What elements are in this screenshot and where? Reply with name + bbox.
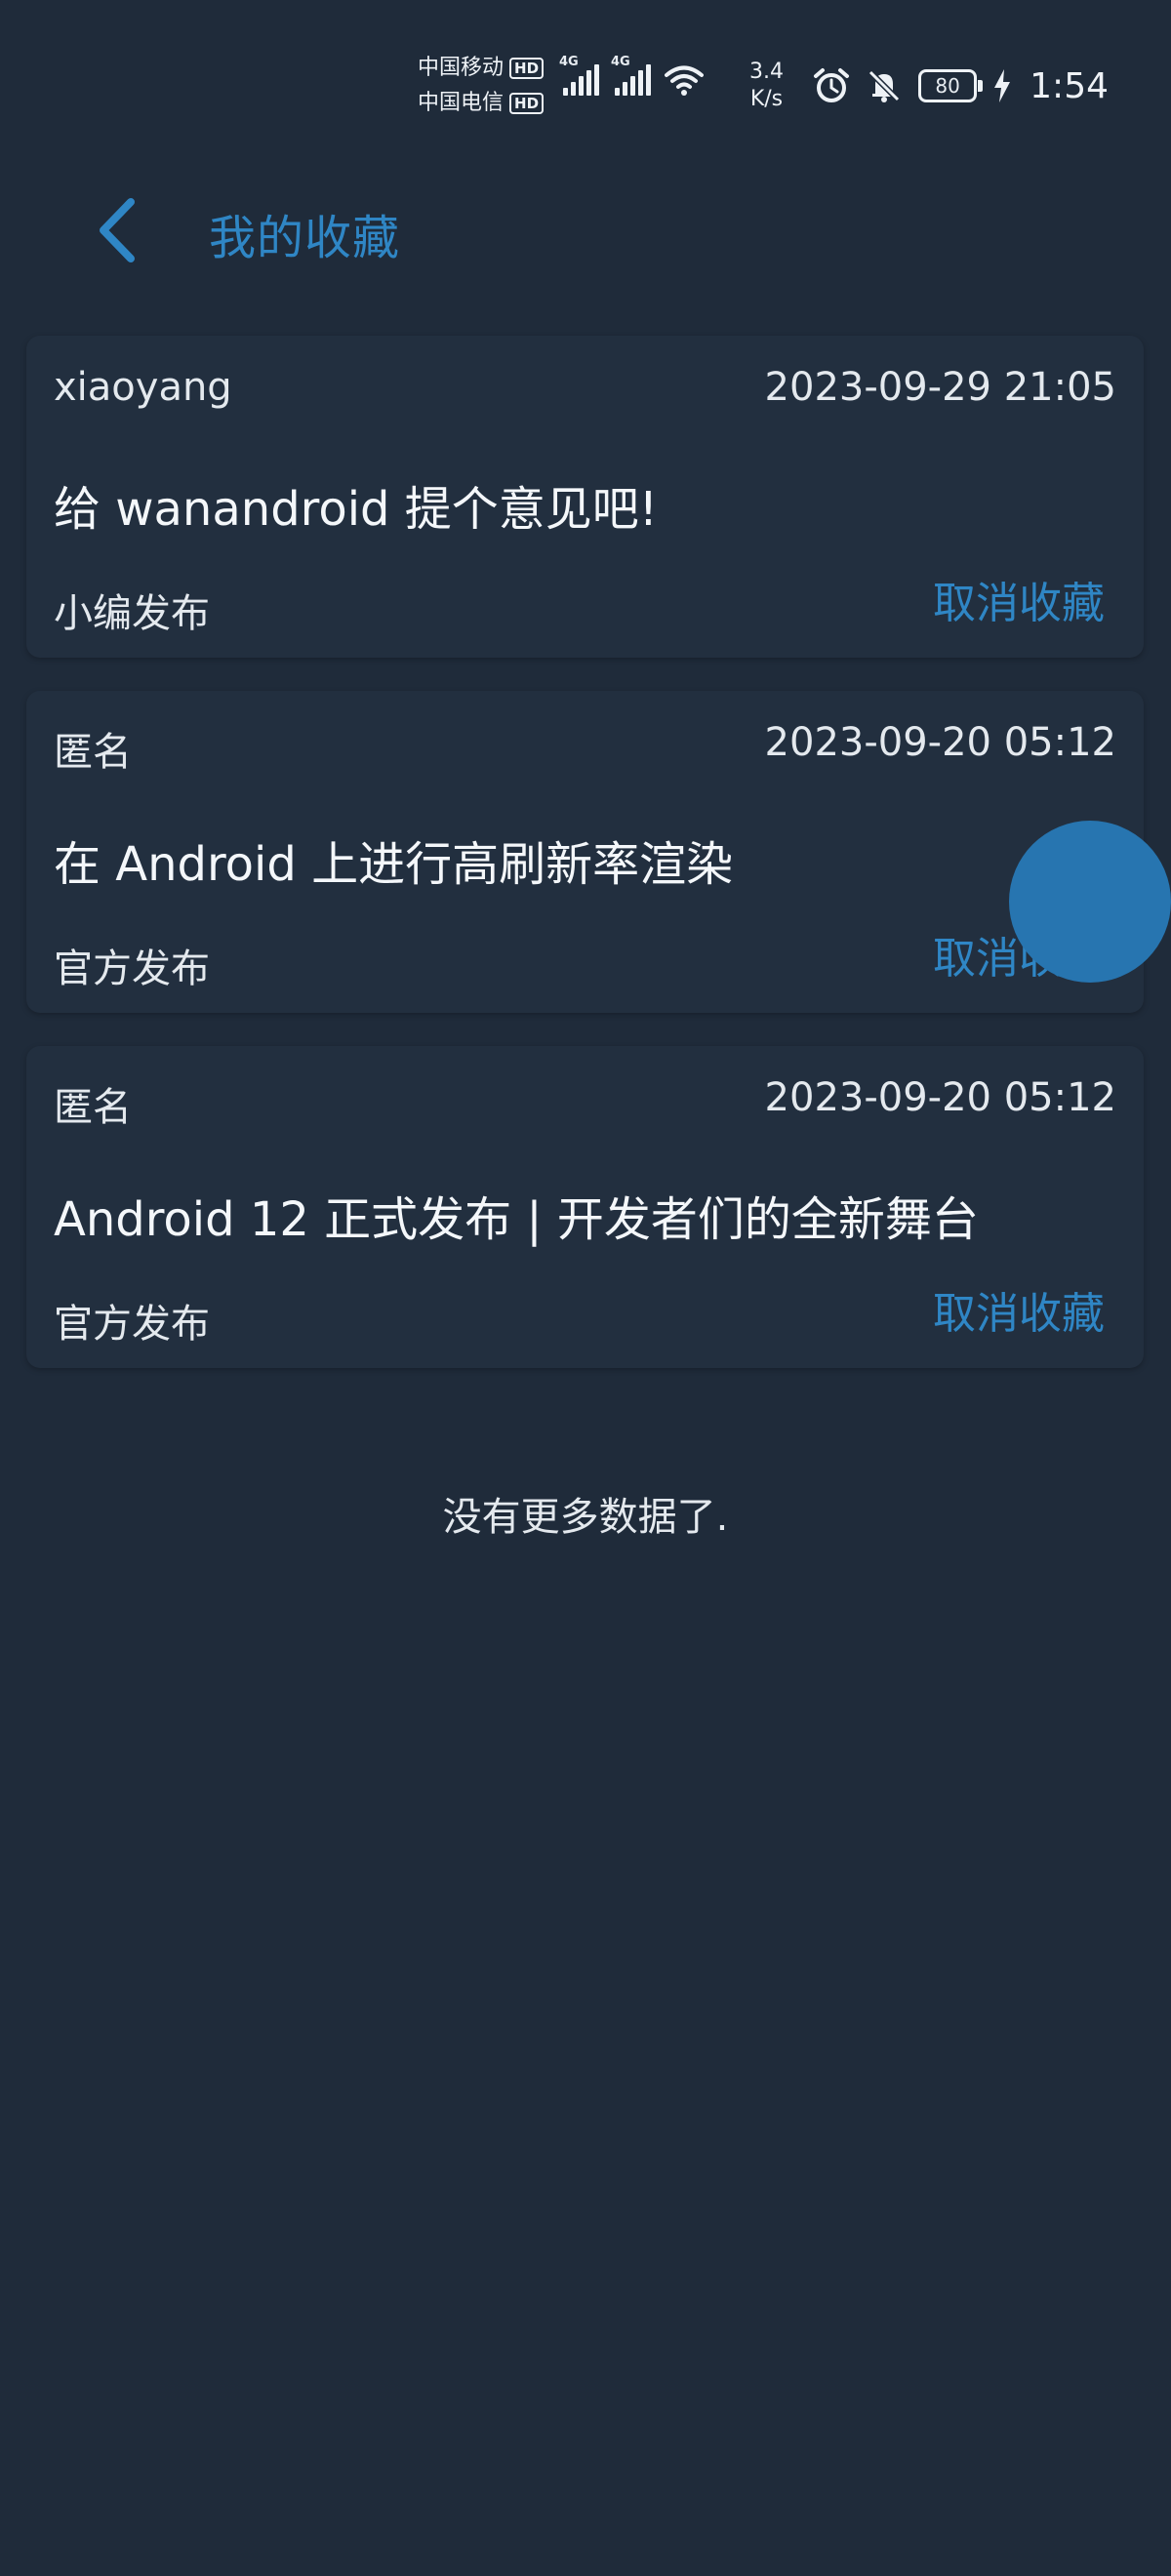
back-button[interactable] bbox=[86, 193, 148, 267]
uncollect-button[interactable]: 取消收藏 bbox=[933, 568, 1105, 630]
chevron-left-icon bbox=[100, 198, 135, 262]
network-speed-unit: K/s bbox=[749, 87, 784, 111]
carrier-2-label: 中国电信 bbox=[418, 91, 505, 115]
date-label: 2023-09-20 05:12 bbox=[764, 1075, 1116, 1120]
collection-card[interactable]: xiaoyang 2023-09-29 21:05 给 wanandroid 提… bbox=[26, 336, 1144, 658]
status-bar: 中国移动 HD 中国电信 HD 4G 4G 3.4 K/s 80 1:54 bbox=[0, 0, 1171, 146]
clock: 1:54 bbox=[1030, 65, 1109, 106]
author-label: xiaoyang bbox=[54, 365, 232, 410]
status-right-group: 80 1:54 bbox=[813, 64, 1109, 107]
carrier-info: 中国移动 HD 中国电信 HD bbox=[418, 51, 545, 121]
author-label: 匿名 bbox=[54, 1085, 132, 1130]
carrier-1-label: 中国移动 bbox=[418, 56, 505, 80]
collection-card[interactable]: 匿名 2023-09-20 05:12 Android 12 正式发布 | 开发… bbox=[26, 1046, 1144, 1368]
article-title[interactable]: 给 wanandroid 提个意见吧! bbox=[54, 470, 658, 539]
signal-indicators: 4G 4G bbox=[559, 55, 704, 96]
date-label: 2023-09-29 21:05 bbox=[764, 365, 1116, 410]
network-type-label: 4G bbox=[559, 55, 579, 69]
signal-icon: 4G bbox=[559, 55, 599, 96]
network-speed: 3.4 K/s bbox=[749, 59, 784, 113]
hd-badge: HD bbox=[509, 93, 545, 114]
article-title[interactable]: 在 Android 上进行高刷新率渲染 bbox=[54, 825, 733, 894]
page-title: 我的收藏 bbox=[209, 211, 401, 265]
signal-icon: 4G bbox=[611, 55, 651, 96]
uncollect-button[interactable]: 取消收藏 bbox=[933, 1278, 1105, 1341]
article-title[interactable]: Android 12 正式发布 | 开发者们的全新舞台 bbox=[54, 1181, 979, 1249]
network-speed-value: 3.4 bbox=[749, 60, 784, 84]
source-label: 小编发布 bbox=[54, 591, 210, 636]
wifi-icon bbox=[665, 65, 704, 96]
network-type-label: 4G bbox=[611, 55, 630, 69]
source-label: 官方发布 bbox=[54, 946, 210, 991]
collection-card[interactable]: 匿名 2023-09-20 05:12 在 Android 上进行高刷新率渲染 … bbox=[26, 691, 1144, 1013]
top-app-bar: 我的收藏 bbox=[0, 166, 1171, 293]
collection-list: xiaoyang 2023-09-29 21:05 给 wanandroid 提… bbox=[26, 336, 1144, 1401]
battery-icon: 80 bbox=[918, 69, 984, 102]
date-label: 2023-09-20 05:12 bbox=[764, 720, 1116, 765]
no-more-data-label: 没有更多数据了. bbox=[442, 1495, 729, 1540]
bell-muted-icon bbox=[868, 69, 901, 102]
source-label: 官方发布 bbox=[54, 1302, 210, 1347]
alarm-icon bbox=[814, 68, 850, 102]
floating-action-button[interactable] bbox=[1009, 821, 1171, 983]
charging-icon bbox=[994, 69, 1011, 102]
hd-badge: HD bbox=[509, 58, 545, 79]
author-label: 匿名 bbox=[54, 730, 132, 775]
